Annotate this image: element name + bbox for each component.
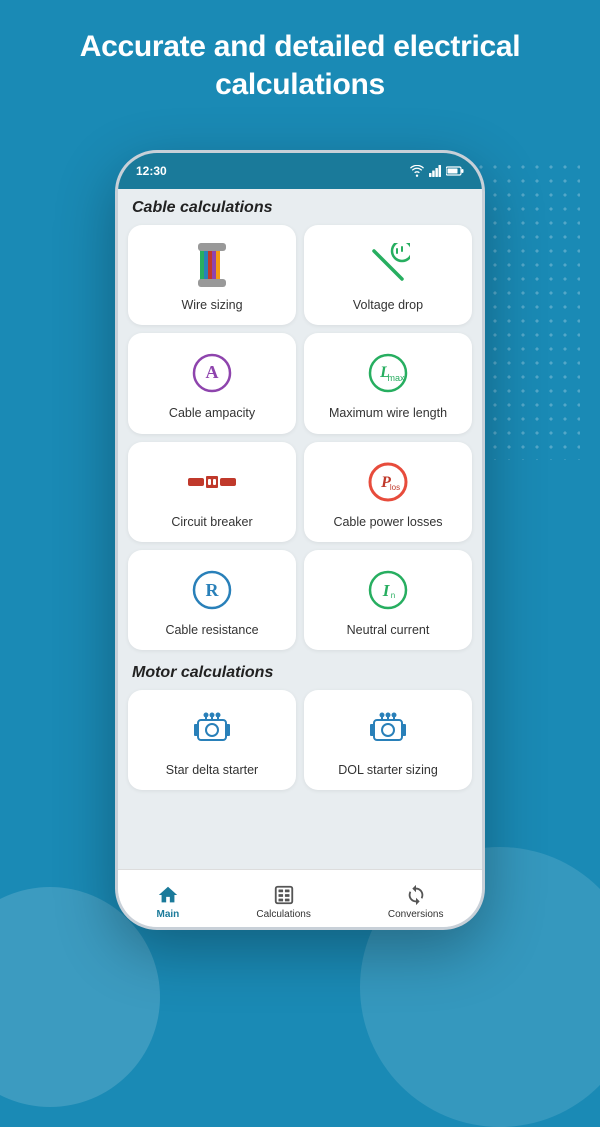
svg-text:los: los [390, 483, 400, 492]
svg-text:I: I [382, 581, 391, 600]
cable-resistance-icon: R [188, 566, 236, 614]
home-icon [157, 884, 179, 906]
section-motor-label: Motor calculations [128, 654, 472, 690]
circuit-breaker-label: Circuit breaker [171, 514, 252, 530]
voltage-drop-card[interactable]: Voltage drop [304, 225, 472, 325]
wire-sizing-label: Wire sizing [181, 297, 242, 313]
cable-resistance-label: Cable resistance [165, 622, 258, 638]
motor-card-grid: Star delta starter [128, 690, 472, 790]
nav-conversions[interactable]: Conversions [376, 880, 456, 924]
phone-mockup: 12:30 Ca [115, 150, 485, 930]
calc-icon [273, 884, 295, 906]
nav-main[interactable]: Main [145, 880, 192, 924]
status-bar: 12:30 [118, 153, 482, 189]
battery-icon [446, 166, 464, 176]
convert-icon [405, 884, 427, 906]
dol-starter-icon [364, 706, 412, 754]
max-wire-length-label: Maximum wire length [329, 405, 447, 421]
svg-text:A: A [206, 362, 219, 382]
cable-ampacity-icon: A [188, 349, 236, 397]
dol-starter-label: DOL starter sizing [338, 762, 438, 778]
nav-conversions-label: Conversions [388, 909, 444, 920]
voltage-drop-icon [364, 241, 412, 289]
status-time: 12:30 [136, 164, 167, 178]
star-delta-label: Star delta starter [166, 762, 258, 778]
signal-icon [429, 165, 441, 177]
status-icons [410, 165, 464, 177]
bottom-nav: Main Calculations Conversions [118, 869, 482, 930]
circuit-breaker-card[interactable]: Circuit breaker [128, 442, 296, 542]
section-cable-label: Cable calculations [128, 189, 472, 225]
cable-ampacity-label: Cable ampacity [169, 405, 255, 421]
max-wire-length-icon: L max [364, 349, 412, 397]
cable-resistance-card[interactable]: R Cable resistance [128, 550, 296, 650]
wifi-icon [410, 165, 424, 177]
max-wire-length-card[interactable]: L max Maximum wire length [304, 333, 472, 433]
cable-card-grid: Wire sizing Voltage drop [128, 225, 472, 650]
cable-power-losses-label: Cable power losses [333, 514, 442, 530]
svg-text:R: R [206, 580, 220, 600]
wire-sizing-icon [188, 241, 236, 289]
svg-text:max: max [387, 373, 405, 383]
neutral-current-card[interactable]: I n Neutral current [304, 550, 472, 650]
voltage-drop-label: Voltage drop [353, 297, 423, 313]
cable-ampacity-card[interactable]: A Cable ampacity [128, 333, 296, 433]
cable-power-losses-card[interactable]: P los Cable power losses [304, 442, 472, 542]
neutral-current-label: Neutral current [347, 622, 430, 638]
circuit-breaker-icon [188, 458, 236, 506]
phone-content[interactable]: Cable calculations Wire sizi [118, 189, 482, 869]
svg-text:n: n [391, 591, 395, 600]
nav-calculations-label: Calculations [256, 909, 310, 920]
wire-sizing-card[interactable]: Wire sizing [128, 225, 296, 325]
dol-starter-card[interactable]: DOL starter sizing [304, 690, 472, 790]
cable-power-losses-icon: P los [364, 458, 412, 506]
nav-calculations[interactable]: Calculations [244, 880, 322, 924]
page-title: Accurate and detailed electrical calcula… [0, 0, 600, 123]
star-delta-card[interactable]: Star delta starter [128, 690, 296, 790]
neutral-current-icon: I n [364, 566, 412, 614]
nav-main-label: Main [157, 909, 180, 920]
star-delta-icon [188, 706, 236, 754]
